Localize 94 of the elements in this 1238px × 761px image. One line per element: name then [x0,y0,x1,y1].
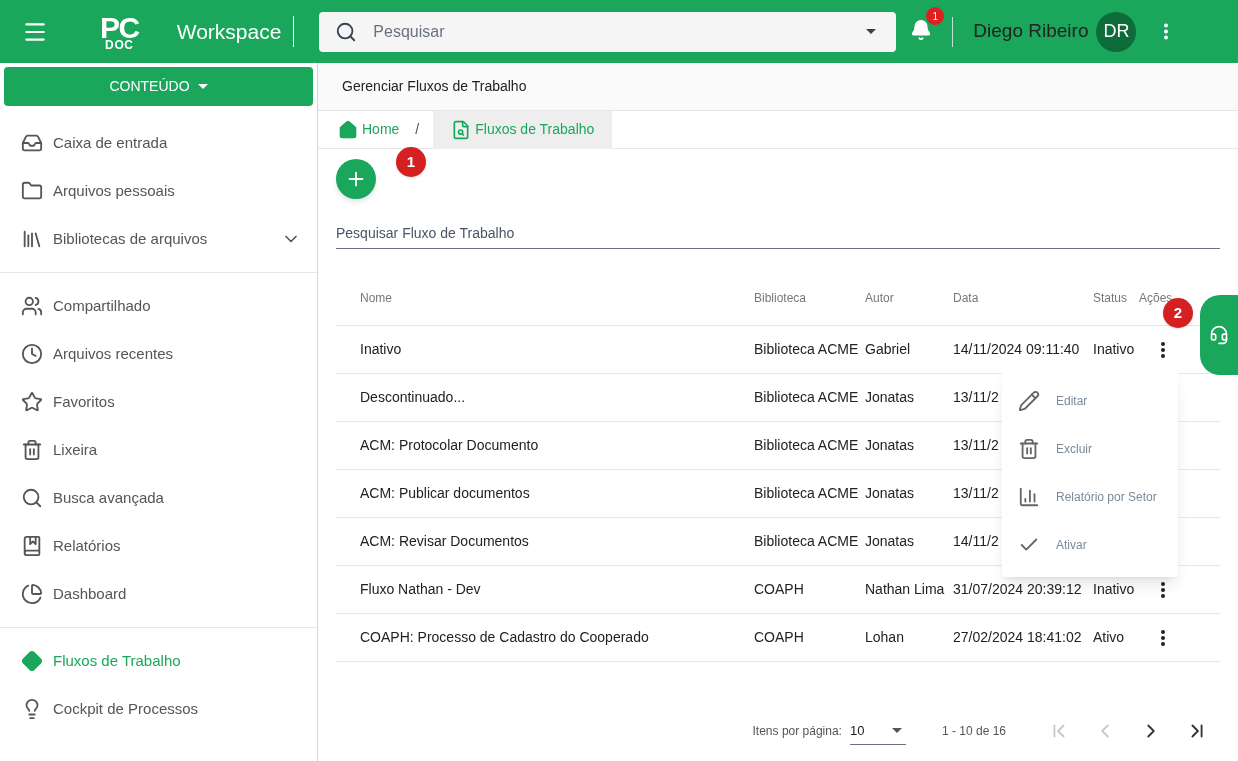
table-cell: 14/11/2024 09:11:40 [953,341,1080,357]
inbox-icon [21,132,43,154]
pie-chart-icon [21,583,43,605]
column-header: Data [953,290,980,307]
column-header: Nome [359,290,393,307]
column-header: Ações [1139,290,1174,307]
sidebar-item[interactable]: Relatórios [0,522,317,570]
table-cell: 13/11/2 [953,389,999,405]
table-cell: Biblioteca ACME [754,437,859,453]
sidebar-item[interactable]: Dashboard [0,570,317,618]
table-cell: Inativo [360,341,402,357]
bar-chart-icon [1018,486,1040,508]
page-range: 1 - 10 de 16 [941,723,1006,740]
page-size-label: Itens por página: [752,723,842,740]
more-icon [1164,23,1169,40]
headset-icon [1209,325,1229,345]
table-cell: COAPH [754,581,804,597]
search-field[interactable]: Pesquisar [319,11,897,52]
logo: PC DOC [100,12,139,51]
caret-icon [866,29,877,34]
sidebar-item[interactable]: Cockpit de Processos [0,685,317,733]
table-cell: Fluxo Nathan - Dev [360,581,481,597]
table-cell: Jonatas [865,389,915,405]
table-cell: ACM: Revisar Documentos [360,533,529,549]
table-cell: COAPH: Processo de Cadastro do Cooperado [360,629,649,645]
filter-field[interactable]: Pesquisar Fluxo de Trabalho [336,217,1220,249]
table-cell: Jonatas [865,533,915,549]
user-avatar[interactable]: DR [1096,11,1137,52]
table-cell: Jonatas [865,437,915,453]
annotation-marker: 1 [396,147,426,177]
sidebar-item[interactable]: Lixeira [0,426,317,474]
notification-badge: 1 [926,7,945,25]
more-icon [1161,581,1165,598]
sidebar-item[interactable]: Caixa de entrada [0,119,317,167]
column-header: Autor [865,290,895,307]
pencil-icon [1018,390,1040,412]
sidebar-item[interactable]: Bibliotecas de arquivos [0,215,317,263]
table-cell: 27/02/2024 18:41:02 [953,629,1082,645]
clock-icon [21,343,43,365]
table-cell: Biblioteca ACME [754,533,859,549]
bell-icon [910,19,933,41]
sidebar-item[interactable]: Arquivos pessoais [0,167,317,215]
app-name: Workspace [176,15,295,48]
trash-icon [21,439,43,461]
table-cell: Nathan Lima [865,581,945,597]
table-cell: 13/11/2 [953,437,999,453]
table-cell: Lohan [865,629,904,645]
column-header: Status [1093,290,1129,307]
table-cell: COAPH [754,629,804,645]
file-search-icon [451,119,472,140]
menu-item[interactable]: Excluir [1002,425,1178,473]
table-cell: Ativo [1093,629,1125,645]
breadcrumb-separator: / [415,120,420,139]
sidebar-item[interactable]: Arquivos recentes [0,330,317,378]
table-cell: Inativo [1093,581,1135,597]
support-button[interactable] [1200,295,1238,375]
diamond-icon [21,650,43,672]
add-button[interactable] [336,159,376,199]
page-title: Gerenciar Fluxos de Trabalho [342,77,527,96]
sidebar-item[interactable]: Favoritos [0,378,317,426]
caret-icon [197,84,208,89]
sidebar-item[interactable]: Compartilhado [0,282,317,330]
library-icon [21,228,43,250]
table-cell: Gabriel [865,341,911,357]
menu-item[interactable]: Relatório por Setor [1002,473,1178,521]
table-cell: 31/07/2024 20:39:12 [953,581,1082,597]
more-icon [1161,341,1165,358]
star-icon [21,391,43,413]
search-icon [21,487,43,509]
user-name: Diego Ribeiro [973,19,1089,44]
sidebar-item[interactable]: Busca avançada [0,474,317,522]
menu-item[interactable]: Ativar [1002,521,1178,569]
home-icon [338,119,358,140]
folder-icon [21,180,43,202]
table-cell: ACM: Protocolar Documento [360,437,539,453]
page-size-select[interactable]: 10 [849,716,906,746]
book-icon [21,535,43,557]
table-cell: Descontinuado... [360,389,466,405]
table-cell: Biblioteca ACME [754,341,859,357]
caret-icon [891,728,902,733]
table-cell: Biblioteca ACME [754,485,859,501]
search-icon [335,20,358,43]
table-cell: ACM: Publicar documentos [360,485,530,501]
people-icon [21,295,43,317]
search-input[interactable]: Pesquisar [373,19,867,44]
column-header: Biblioteca [754,290,808,307]
table-cell: Jonatas [865,485,915,501]
menu-item[interactable]: Editar [1002,377,1178,425]
table-cell: Inativo [1093,341,1135,357]
more-icon [1161,629,1165,646]
trash-icon [1018,438,1040,460]
table-cell: Biblioteca ACME [754,389,859,405]
table-cell: 14/11/2 [953,533,999,549]
table-cell: 13/11/2 [953,485,999,501]
